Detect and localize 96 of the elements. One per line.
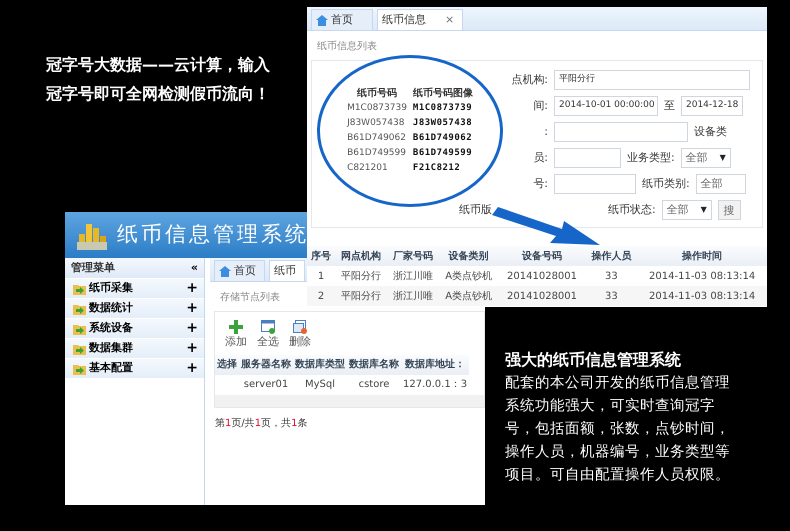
home-icon	[316, 14, 328, 26]
folder-arrow-icon	[73, 342, 86, 354]
field-label: 纸币类别:	[642, 176, 690, 192]
table-cell: server01	[239, 374, 293, 394]
column-header: 网点机构	[335, 246, 387, 266]
input-field[interactable]: 平阳分行	[554, 70, 750, 90]
tab[interactable]: 纸币信息 ×	[377, 9, 464, 30]
table-cell: A类点钞机	[438, 286, 499, 306]
field-label: :	[544, 124, 548, 140]
toolbar-button[interactable]: 添加	[225, 320, 247, 350]
table-cell: 1	[307, 266, 336, 286]
table-cell: 20141028001	[498, 266, 586, 286]
serial-image-text: M1C0873739	[412, 102, 474, 115]
field-label: 间:	[533, 98, 548, 114]
column-header: 数据库类型	[293, 354, 347, 374]
input-field[interactable]	[554, 122, 688, 142]
table-cell: 浙江川唯	[386, 286, 439, 306]
table-cell: A类点钞机	[438, 266, 499, 286]
column-header: 数据库地址：	[401, 354, 470, 374]
column-header: 选择	[215, 354, 239, 374]
table-cell-text: M1C0873739	[346, 102, 408, 115]
table-cell-text: B61D749062	[346, 132, 407, 145]
table-cell: 2014-11-03 08:13:14	[637, 286, 767, 306]
field-label: 至	[664, 98, 675, 114]
home-icon	[219, 266, 231, 276]
column-header: 服务器名称	[239, 354, 293, 374]
table-cell: 127.0.0.1：3	[401, 374, 470, 394]
window-check-icon	[261, 320, 275, 334]
panel-title: 纸币信息列表	[317, 40, 377, 54]
table-cell: 33	[586, 286, 638, 306]
field-label: 业务类型:	[627, 150, 675, 166]
column-header: 操作时间	[637, 246, 767, 266]
column-header: 纸币号码	[356, 86, 398, 101]
field-label: 设备类	[694, 124, 727, 140]
folder-arrow-icon	[73, 302, 86, 314]
column-header: 设备号码	[498, 246, 586, 266]
table-cell: MySql	[293, 374, 347, 394]
tab[interactable]: 首页	[311, 9, 373, 30]
tab[interactable]: 首页	[214, 260, 265, 281]
field-label: 号:	[533, 176, 548, 192]
serial-image-text: F21C8212	[412, 162, 462, 175]
table-cell: 2014-11-03 08:13:14	[637, 266, 767, 286]
table-cell: 2	[307, 286, 336, 306]
table-cell-text: C821201	[346, 162, 389, 175]
select-field[interactable]: 全部 ▼	[680, 148, 731, 168]
input-field[interactable]: 2014-12-18	[681, 96, 743, 116]
sidebar-item[interactable]: 基本配置 +	[65, 359, 204, 378]
panel-title: 存储节点列表	[220, 290, 280, 305]
field-label: 纸币状态:	[608, 202, 656, 218]
toolbar-button[interactable]: 删除	[289, 320, 311, 350]
table-cell: 平阳分行	[335, 266, 387, 286]
serial-image-text: J83W057438	[412, 116, 474, 130]
feature-title: 强大的纸币信息管理系统	[505, 350, 682, 370]
field-label: 纸币版	[459, 202, 492, 218]
promo-heading-line: 冠字号即可全网检测假币流向！	[46, 83, 270, 105]
input-field[interactable]	[554, 148, 621, 168]
select-field[interactable]: 全部	[696, 174, 746, 194]
tab[interactable]: 纸币	[269, 260, 305, 281]
feature-description: 配套的本公司开发的纸币信息管理系统功能强大，可实时查询冠字号，包括面额，张数，点钞时间，操作人员，机器编号，业务类型等项目。可自由配置操作人员权限。	[505, 374, 731, 486]
table-cell: 33	[586, 266, 638, 286]
collapse-button[interactable]: «	[190, 260, 198, 276]
field-label: 员:	[533, 150, 548, 166]
search-button[interactable]: 搜	[718, 200, 741, 220]
table-cell: 20141028001	[498, 286, 586, 306]
sidebar-item[interactable]: 纸币采集 +	[65, 279, 204, 298]
window-delete-icon	[293, 320, 307, 334]
column-header: 纸币号码图像	[412, 86, 474, 101]
menu-title: 管理菜单	[71, 260, 115, 276]
folder-arrow-icon	[73, 322, 86, 334]
plus-icon	[229, 320, 243, 334]
toolbar-button[interactable]: 全选	[257, 320, 279, 350]
column-header: 数据库名称	[347, 354, 401, 374]
table-cell: cstore	[347, 374, 401, 394]
folder-arrow-icon	[73, 282, 86, 294]
promo-heading-line: 冠字号大数据——云计算，输入	[46, 54, 270, 76]
table-cell-text: B61D749599	[346, 146, 407, 160]
column-header: 序号	[307, 246, 336, 266]
column-header: 设备类别	[438, 246, 499, 266]
input-field[interactable]: 2014-10-01 00:00:00	[554, 96, 658, 116]
table-cell: 平阳分行	[335, 286, 387, 306]
sidebar-item[interactable]: 数据统计 +	[65, 299, 204, 318]
sidebar-item[interactable]: 数据集群 +	[65, 339, 204, 358]
input-field[interactable]	[554, 174, 636, 194]
field-label: 点机构:	[511, 72, 548, 88]
close-icon[interactable]: ×	[445, 12, 454, 28]
sidebar-item[interactable]: 系统设备 +	[65, 319, 204, 338]
select-field[interactable]: 全部 ▼	[662, 200, 712, 220]
app-title: 纸币信息管理系统	[117, 221, 309, 248]
serial-image-text: B61D749062	[412, 132, 474, 145]
serial-image-text: B61D749599	[412, 146, 474, 160]
table-cell-text: J83W057438	[346, 116, 406, 130]
column-header: 操作人员	[586, 246, 638, 266]
pager-text: 第1页/共1页，共1条	[215, 416, 308, 430]
column-header: 厂家号码	[386, 246, 439, 266]
table-cell: 浙江川唯	[386, 266, 439, 286]
folder-arrow-icon	[73, 362, 86, 374]
